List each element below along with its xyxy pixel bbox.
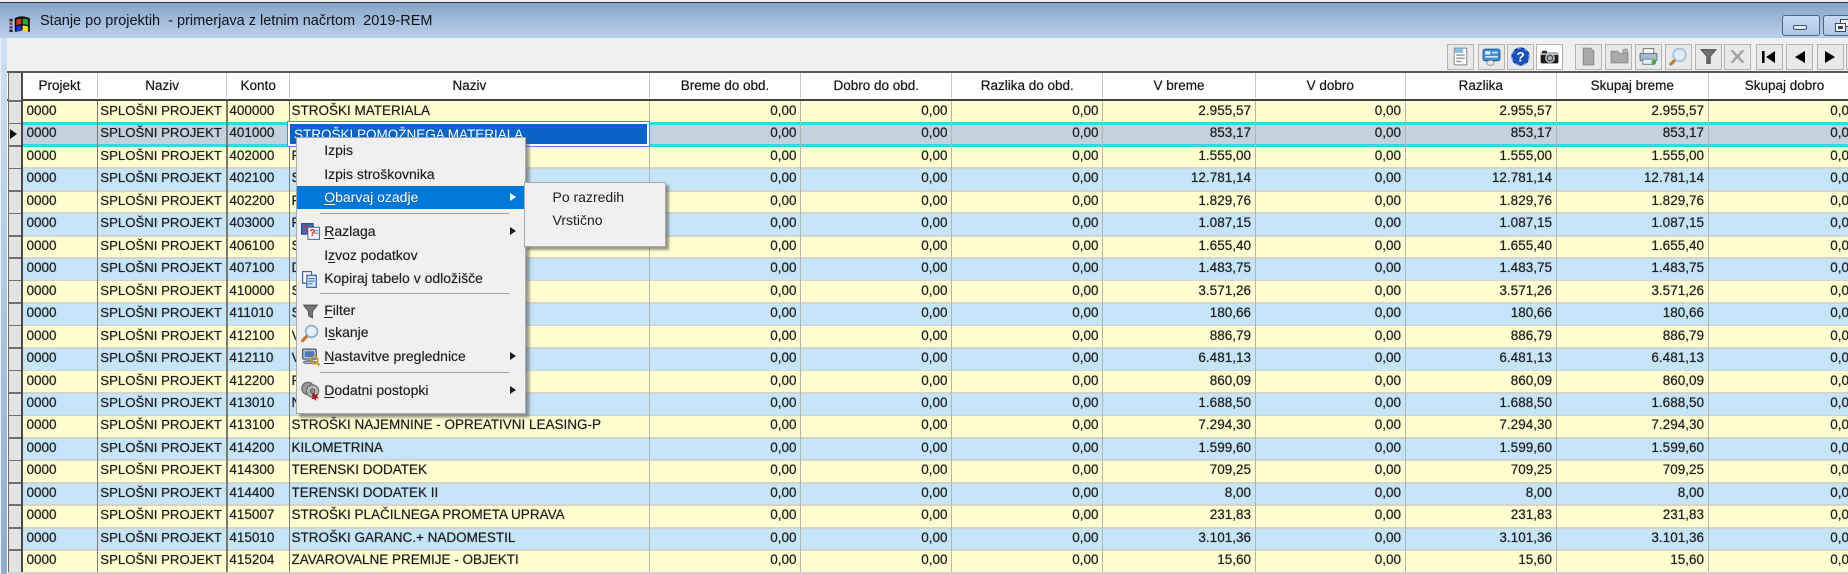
svg-text:?: ? (1516, 49, 1524, 64)
